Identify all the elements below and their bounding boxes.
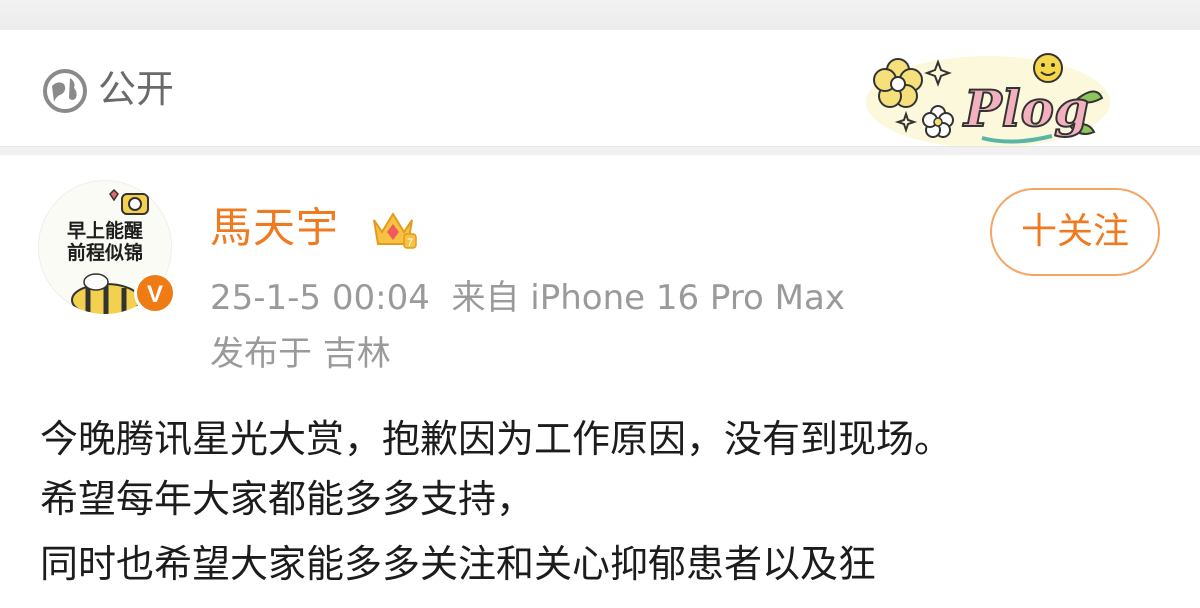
svg-text:7: 7 (407, 237, 413, 249)
globe-icon (43, 69, 87, 113)
top-strip (0, 0, 1200, 31)
avatar-text-line2: 前程似锦 (66, 242, 143, 264)
camera-sticker-icon (109, 188, 149, 215)
post-text-line: 同时也希望大家能多多关注和关心抑郁患者以及狂 (40, 542, 877, 586)
follow-button[interactable]: 十关注 (990, 188, 1160, 276)
username[interactable]: 馬天宇 (210, 200, 339, 256)
visibility-label[interactable]: 公开 (98, 64, 174, 114)
plog-text: Plog (962, 79, 1089, 138)
section-divider (0, 146, 1200, 155)
avatar-text-line1: 早上能醒 (66, 220, 143, 242)
plog-sticker: Plog (866, 53, 1110, 148)
post-time-source: 25-1-5 00:04 来自 iPhone 16 Pro Max (210, 278, 845, 318)
post-text-line: 今晚腾讯星光大赏，抱歉因为工作原因，没有到现场。 (40, 417, 953, 461)
crown-icon[interactable]: 7 (368, 206, 418, 252)
post-text-line: 希望每年大家都能多多支持， (40, 477, 535, 521)
verified-badge: V (134, 272, 176, 314)
post-location: 发布于 吉林 (210, 334, 391, 374)
